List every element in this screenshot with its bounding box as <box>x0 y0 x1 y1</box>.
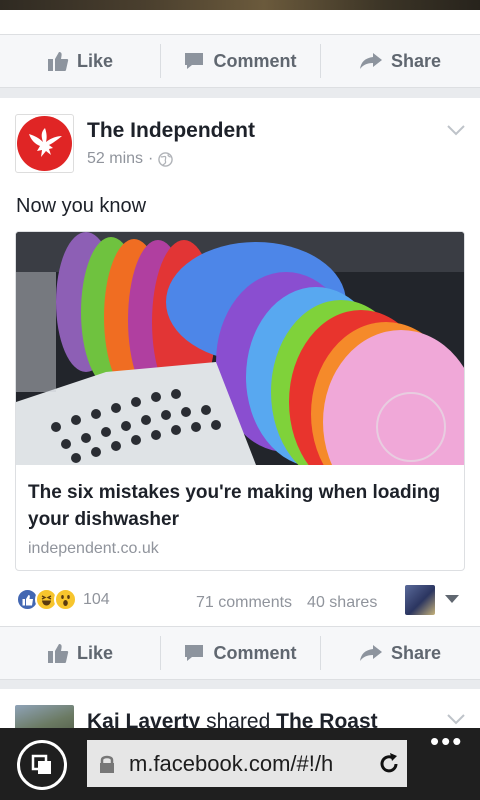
post-meta: 52 mins · <box>87 150 174 168</box>
tabs-button[interactable] <box>17 740 67 790</box>
shares-count[interactable]: 40 shares <box>307 594 377 612</box>
comment-button[interactable]: Comment <box>160 627 320 679</box>
independent-eagle-logo <box>17 116 72 171</box>
comments-count[interactable]: 71 comments <box>196 594 292 612</box>
like-button[interactable]: Like <box>0 35 160 87</box>
browser-address-bar: m.facebook.com/#!/h ••• <box>0 728 480 800</box>
post-stats: 71 comments 40 shares <box>196 594 377 612</box>
post-card: The Independent 52 mins · Now you know T… <box>0 98 480 628</box>
more-options-button[interactable]: ••• <box>430 728 463 754</box>
page-avatar[interactable] <box>15 114 74 173</box>
reactions-summary[interactable]: 104 <box>16 588 110 611</box>
like-button[interactable]: Like <box>0 627 160 679</box>
url-text: m.facebook.com/#!/h <box>129 750 334 776</box>
comment-label: Comment <box>213 50 297 71</box>
comment-icon <box>185 53 204 69</box>
refresh-icon[interactable] <box>377 752 401 776</box>
globe-icon <box>158 151 174 167</box>
wow-reaction-icon <box>54 588 77 611</box>
audience-dropdown-icon[interactable] <box>445 595 459 604</box>
share-label: Share <box>390 50 442 71</box>
previous-post-action-bar: Like Comment Share <box>0 34 480 88</box>
page-name[interactable]: The Independent <box>87 119 255 143</box>
post-options-chevron-icon[interactable] <box>446 713 466 725</box>
thumbs-up-icon <box>47 52 69 71</box>
link-preview[interactable]: The six mistakes you're making when load… <box>15 231 465 571</box>
share-arrow-icon <box>359 645 382 661</box>
link-domain: independent.co.uk <box>28 540 159 557</box>
comment-icon <box>185 645 204 661</box>
share-label: Share <box>390 642 442 663</box>
comment-label: Comment <box>213 642 297 663</box>
post-action-bar: Like Comment Share <box>0 626 480 680</box>
previous-post-image[interactable] <box>0 0 480 10</box>
reaction-count: 104 <box>83 590 110 608</box>
url-field[interactable]: m.facebook.com/#!/h <box>87 740 407 787</box>
like-label: Like <box>76 642 114 663</box>
tabs-icon <box>31 754 51 774</box>
link-title[interactable]: The six mistakes you're making when load… <box>28 479 448 533</box>
share-button[interactable]: Share <box>320 35 480 87</box>
like-label: Like <box>76 50 114 71</box>
post-options-chevron-icon[interactable] <box>446 124 466 136</box>
post-time[interactable]: 52 mins <box>87 150 143 168</box>
comment-button[interactable]: Comment <box>160 35 320 87</box>
previous-post-footer <box>0 10 480 34</box>
share-arrow-icon <box>359 53 382 69</box>
thumbs-up-icon <box>47 644 69 663</box>
meta-separator: · <box>148 150 154 167</box>
post-text: Now you know <box>16 195 147 217</box>
lock-icon <box>100 755 114 773</box>
viewer-avatar[interactable] <box>405 585 435 615</box>
facebook-mobile-page: Like Comment Share The Independent 52 mi… <box>0 0 480 800</box>
share-button[interactable]: Share <box>320 627 480 679</box>
link-preview-image[interactable] <box>16 232 464 465</box>
